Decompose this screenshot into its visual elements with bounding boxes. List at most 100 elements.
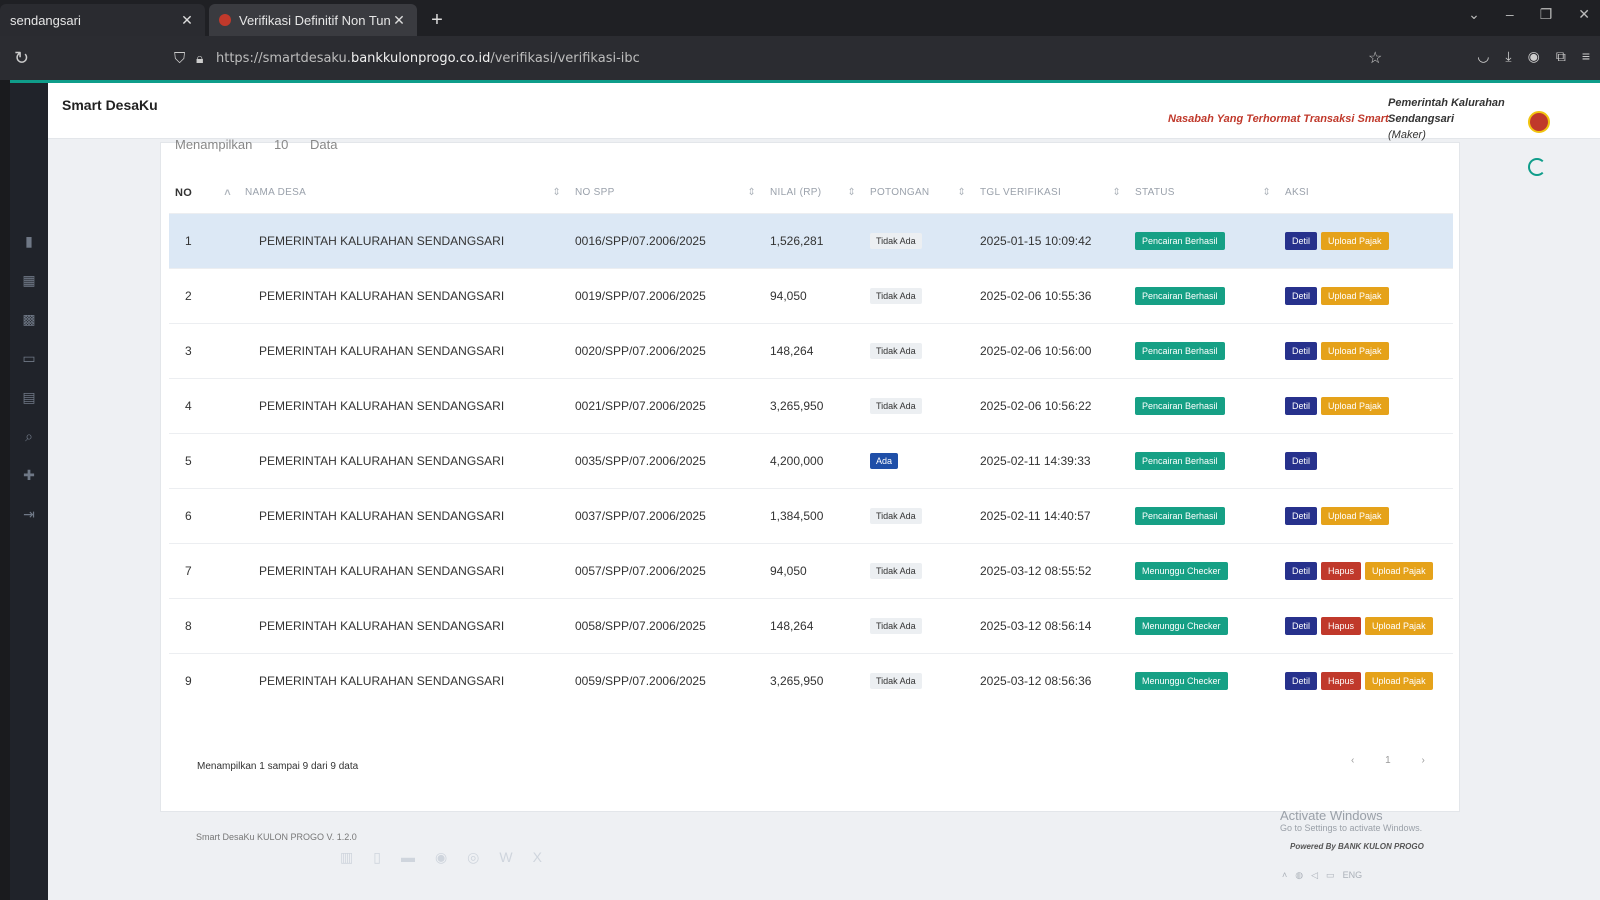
page-length-select[interactable]: 10 [274,137,288,152]
sort-icon: ⇕ [847,187,856,199]
marquee-text: Nasabah Yang Terhormat Transaksi Smart [1168,113,1389,125]
browser-tab-sendangsari[interactable]: sendangsari ✕ [0,4,205,36]
cell-no: 2 [185,288,192,303]
close-icon[interactable]: ✕ [179,12,195,29]
hapus-button[interactable]: Hapus [1321,671,1362,690]
table-row: 3 PEMERINTAH KALURAHAN SENDANGSARI 0020/SP… [169,323,1453,378]
browser-tab-bar: sendangsari ✕ Verifikasi Definitif Non T… [0,0,1600,36]
extensions-icon[interactable]: ⧉ [1556,48,1566,65]
cell-potongan: Tidak Ada [864,268,974,323]
cell-nilai: 1,384,500 [770,508,824,523]
detil-button[interactable]: Detil [1285,671,1318,690]
cell-aksi: Detil Hapus Upload Pajak [1279,598,1453,653]
pagination[interactable]: ‹ 1 › [1351,755,1439,766]
dashboard-icon[interactable]: ▮ [25,233,33,250]
verifikasi-table: NO ˄ NAMA DESA ⇕ NO SPP ⇕ NILAI (RP) ⇕ POTO… [169,173,1453,708]
excel-icon[interactable]: X [533,849,542,865]
url-field[interactable]: https://smartdesaku.bankkulonprogo.co.id… [216,51,640,66]
close-window-icon[interactable]: ✕ [1578,6,1590,23]
upload-pajak-button[interactable]: Upload Pajak [1321,506,1389,525]
upload-pajak-button[interactable]: Upload Pajak [1321,396,1389,415]
upload-pajak-button[interactable]: Upload Pajak [1321,286,1389,305]
detil-button[interactable]: Detil [1285,561,1318,580]
hapus-button[interactable]: Hapus [1321,616,1362,635]
user-info[interactable]: Pemerintah Kalurahan Sendangsari (Maker) [1388,95,1505,143]
document-icon[interactable]: ▤ [22,389,35,406]
account-icon[interactable]: ◉ [1528,48,1540,65]
chevron-down-icon[interactable]: ⌄ [1468,6,1480,23]
col-header-tgl-verifikasi[interactable]: TGL VERIFIKASI ⇕ [974,173,1129,213]
upload-pajak-button[interactable]: Upload Pajak [1365,671,1433,690]
volume-icon[interactable]: ◁ [1311,870,1318,881]
logout-icon[interactable]: ⇥ [23,506,35,523]
download-icon[interactable]: ⤓ [1505,48,1511,65]
book-icon[interactable]: ▦ [22,272,35,289]
sort-icon: ⇕ [552,187,561,199]
detil-button[interactable]: Detil [1285,451,1318,470]
detil-button[interactable]: Detil [1285,341,1318,360]
brand-title: Smart DesaKu [62,97,158,113]
pocket-icon[interactable]: ◡ [1477,48,1489,65]
reload-icon[interactable]: ↻ [14,48,54,69]
upload-pajak-button[interactable]: Upload Pajak [1321,341,1389,360]
col-label: NO SPP [575,187,615,199]
tab-label: Verifikasi Definitif Non Tunai - S [239,12,391,28]
col-label: NO [175,186,193,199]
new-tab-button[interactable]: + [423,4,451,36]
task-view-icon[interactable]: ▥ [340,849,353,866]
lock-icon[interactable]: 🔒︎ [196,50,216,67]
search-icon[interactable]: ⌕ [25,428,33,445]
browser-tab-verifikasi[interactable]: Verifikasi Definitif Non Tunai - S ✕ [209,4,417,36]
col-header-aksi: AKSI [1279,173,1453,213]
hapus-button[interactable]: Hapus [1321,561,1362,580]
upload-pajak-button[interactable]: Upload Pajak [1365,561,1433,580]
chrome-icon[interactable]: ◎ [467,849,479,866]
col-header-no-spp[interactable]: NO SPP ⇕ [569,173,764,213]
taskbar: ▥ ▯ ▬ ◉ ◎ W X [340,842,542,872]
plus-icon[interactable]: ✚ [23,467,35,484]
cell-aksi: Detil Hapus Upload Pajak [1279,543,1453,598]
upload-pajak-button[interactable]: Upload Pajak [1365,616,1433,635]
upload-pajak-button[interactable]: Upload Pajak [1321,231,1389,250]
language-indicator[interactable]: ENG [1343,870,1363,881]
table-row: 2 PEMERINTAH KALURAHAN SENDANGSARI 0019/SP… [169,268,1453,323]
tray-chevron-icon[interactable]: ˄ [1282,870,1287,881]
col-header-potongan[interactable]: POTONGAN ⇕ [864,173,974,213]
detil-button[interactable]: Detil [1285,231,1318,250]
firefox-icon[interactable]: ◉ [435,849,447,866]
cell-nilai: 1,526,281 [770,233,824,248]
shield-icon[interactable]: ⛉ [174,50,196,67]
cell-status: Menunggu Checker [1129,543,1279,598]
menu-icon[interactable]: ≡ [1582,48,1590,65]
page-length-suffix: Data [310,137,338,152]
detil-button[interactable]: Detil [1285,616,1318,635]
keyboard-icon[interactable]: ▭ [1326,870,1335,881]
cell-tgl-verifikasi: 2025-02-06 10:56:22 [980,398,1092,413]
file-icon[interactable]: ▯ [373,849,381,866]
sidebar: ▮ ▦ ▩ ▭ ▤ ⌕ ✚ ⇥ [10,83,48,900]
cell-nilai: 4,200,000 [770,453,824,468]
detil-button[interactable]: Detil [1285,396,1318,415]
close-icon[interactable]: ✕ [391,12,407,29]
word-icon[interactable]: W [499,849,512,865]
bookmark-star-icon[interactable]: ☆ [1368,48,1382,68]
wallet-icon[interactable]: ▭ [22,350,35,367]
col-header-nilai[interactable]: NILAI (RP) ⇕ [764,173,864,213]
network-icon[interactable]: ◍ [1295,870,1303,881]
cell-no: 4 [185,398,192,413]
potongan-badge: Tidak Ada [870,342,922,359]
loading-spinner-icon [1528,158,1546,176]
map-icon[interactable]: ▩ [22,311,35,328]
col-header-no[interactable]: NO ˄ [169,173,239,213]
folder-icon[interactable]: ▬ [401,849,415,865]
detil-button[interactable]: Detil [1285,286,1318,305]
status-badge: Pencairan Berhasil [1135,451,1225,470]
col-label: STATUS [1135,187,1175,199]
minimize-icon[interactable]: – [1506,6,1514,23]
cell-tgl-verifikasi: 2025-03-12 08:55:52 [980,563,1092,578]
status-badge: Pencairan Berhasil [1135,341,1225,360]
detil-button[interactable]: Detil [1285,506,1318,525]
col-header-status[interactable]: STATUS ⇕ [1129,173,1279,213]
col-header-nama-desa[interactable]: NAMA DESA ⇕ [239,173,569,213]
restore-icon[interactable]: ❐ [1540,6,1553,23]
